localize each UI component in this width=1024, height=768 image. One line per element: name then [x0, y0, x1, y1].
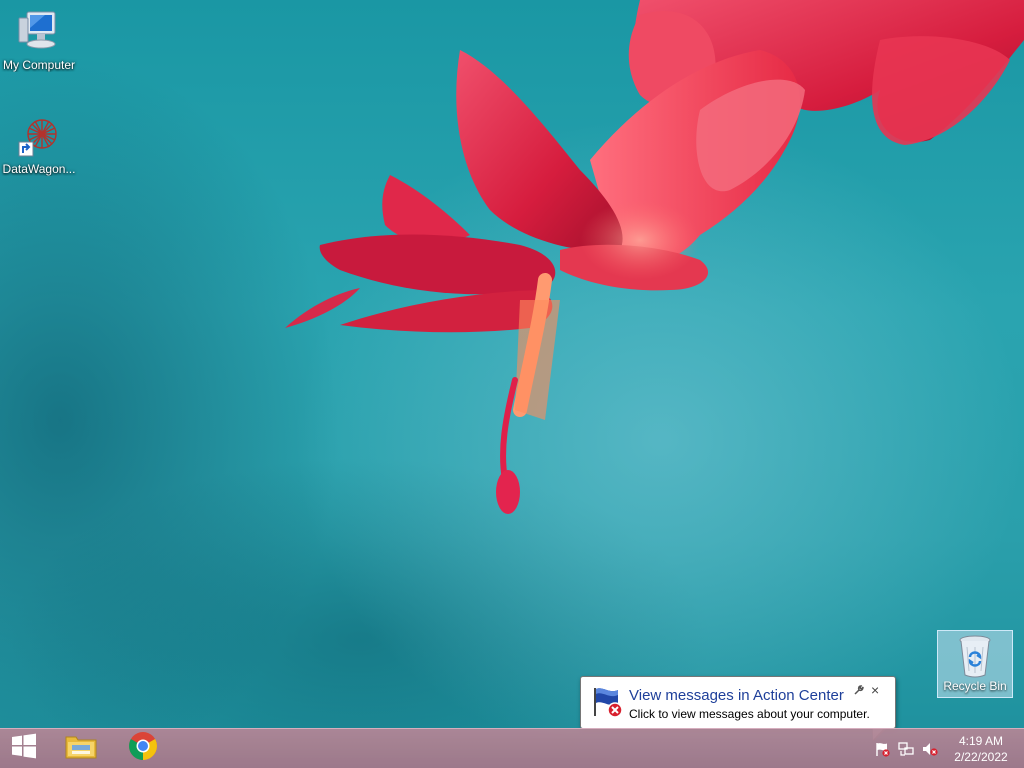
- taskbar: 4:19 AM 2/22/2022: [0, 728, 1024, 768]
- action-center-balloon[interactable]: View messages in Action Center Click to …: [580, 676, 896, 742]
- desktop-icon-label: My Computer: [2, 58, 76, 72]
- taskbar-chrome-button[interactable]: [118, 729, 168, 768]
- network-icon[interactable]: [898, 741, 914, 757]
- wallpaper-flower: [285, 0, 1024, 514]
- balloon-message: Click to view messages about your comput…: [629, 707, 870, 721]
- clock-time: 4:19 AM: [958, 734, 1004, 748]
- desktop: My Computer DataWagon... Recycle Bin Vie…: [0, 0, 1024, 768]
- start-button[interactable]: [0, 729, 48, 768]
- windows-logo-icon: [11, 733, 37, 764]
- recycle-bin-icon: [955, 633, 995, 679]
- clock-date: 2/22/2022: [954, 750, 1008, 764]
- computer-icon: [15, 8, 63, 56]
- volume-muted-icon[interactable]: [922, 741, 938, 757]
- desktop-icon-datawagon[interactable]: DataWagon...: [0, 112, 78, 176]
- action-center-flag-icon: [591, 686, 625, 718]
- desktop-icon-label: DataWagon...: [2, 162, 76, 176]
- balloon-close-button[interactable]: ×: [871, 683, 879, 697]
- desktop-icon-label: Recycle Bin: [943, 679, 1007, 693]
- system-tray: [868, 729, 946, 768]
- wrench-icon[interactable]: [853, 685, 864, 699]
- taskbar-clock[interactable]: 4:19 AM 2/22/2022: [946, 729, 1016, 768]
- desktop-icon-my-computer[interactable]: My Computer: [0, 8, 78, 72]
- action-center-flag-icon[interactable]: [874, 741, 890, 757]
- taskbar-file-explorer-button[interactable]: [56, 729, 106, 768]
- folder-icon: [64, 731, 98, 766]
- desktop-icon-recycle-bin[interactable]: Recycle Bin: [937, 630, 1013, 698]
- chrome-icon: [128, 731, 158, 766]
- datawagon-shortcut-icon: [15, 112, 63, 160]
- balloon-title: View messages in Action Center: [629, 687, 844, 704]
